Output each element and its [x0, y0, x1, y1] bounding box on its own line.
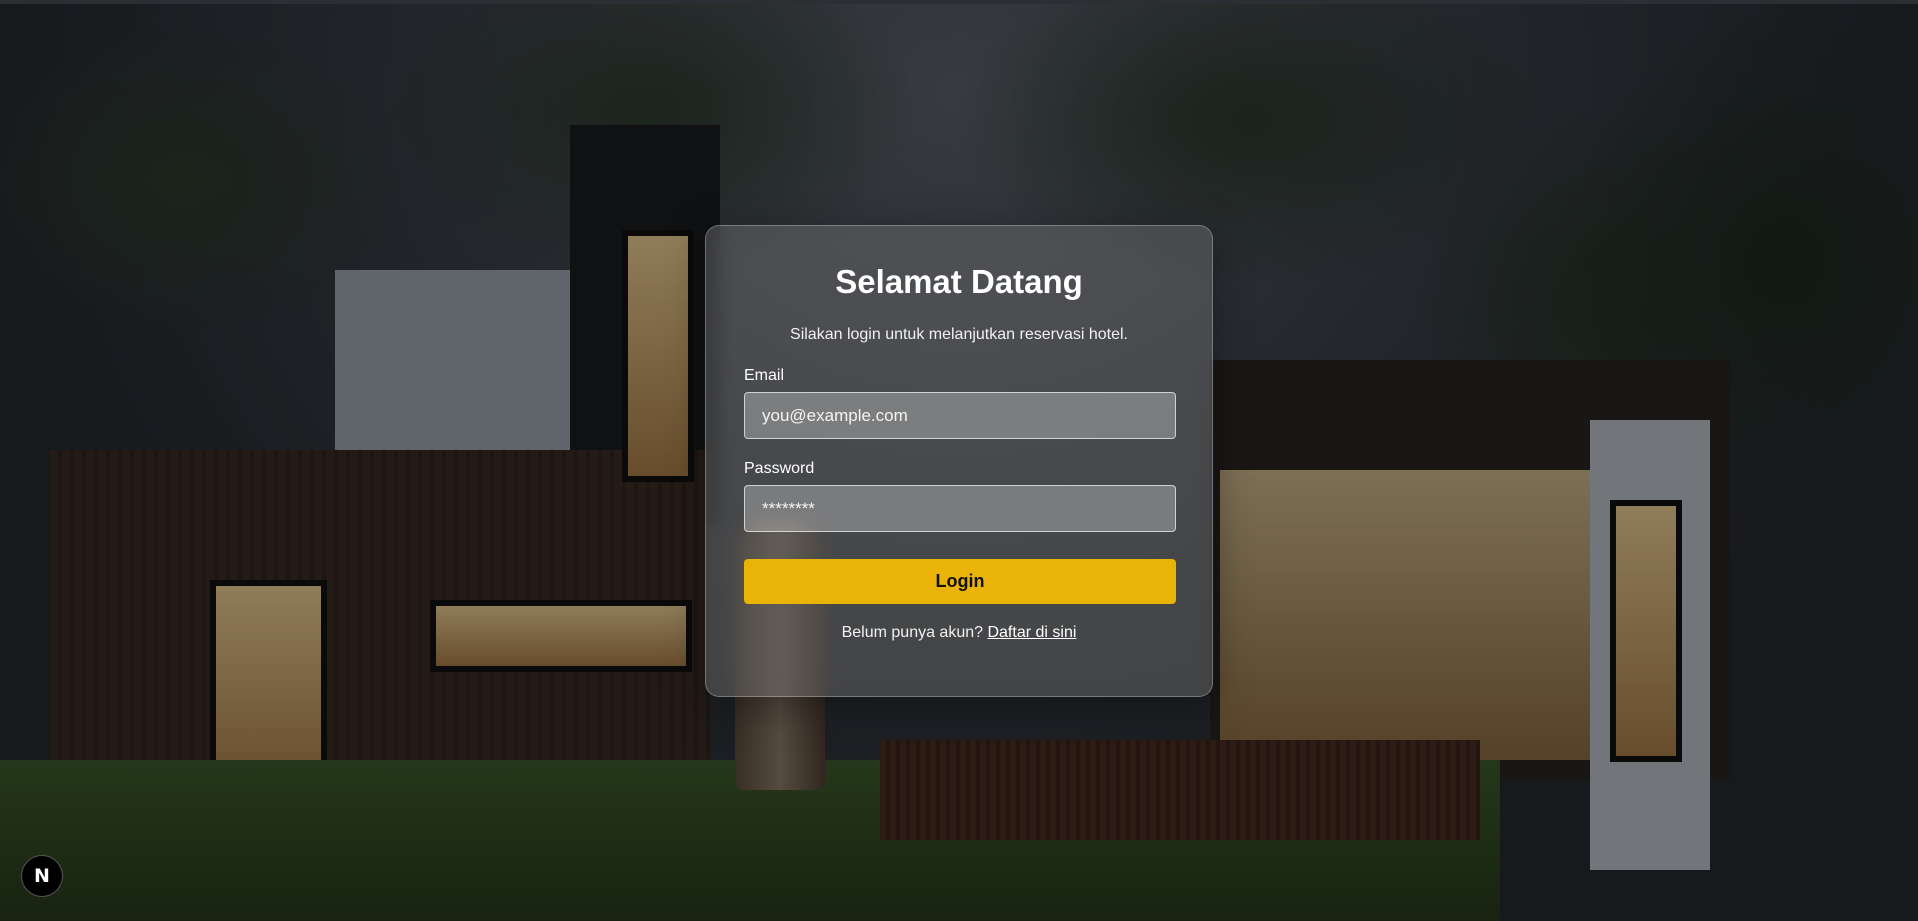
- password-label: Password: [744, 460, 815, 477]
- login-title: Selamat Datang: [835, 263, 1083, 300]
- top-border: [0, 0, 1918, 4]
- register-link[interactable]: Daftar di sini: [987, 624, 1076, 641]
- login-subtitle: Silakan login untuk melanjutkan reservas…: [790, 326, 1128, 343]
- password-input[interactable]: [744, 485, 1176, 532]
- login-button[interactable]: Login: [744, 559, 1176, 604]
- email-label: Email: [744, 367, 785, 384]
- nextjs-logo-icon[interactable]: N: [21, 855, 63, 897]
- login-card: Selamat Datang Silakan login untuk melan…: [705, 225, 1213, 697]
- register-prompt-row: Belum punya akun? Daftar di sini: [744, 624, 1174, 642]
- login-page: Selamat Datang Silakan login untuk melan…: [0, 0, 1918, 921]
- email-input[interactable]: [744, 392, 1176, 439]
- register-prompt-text: Belum punya akun?: [841, 624, 988, 641]
- corner-badge-letter: N: [34, 865, 50, 887]
